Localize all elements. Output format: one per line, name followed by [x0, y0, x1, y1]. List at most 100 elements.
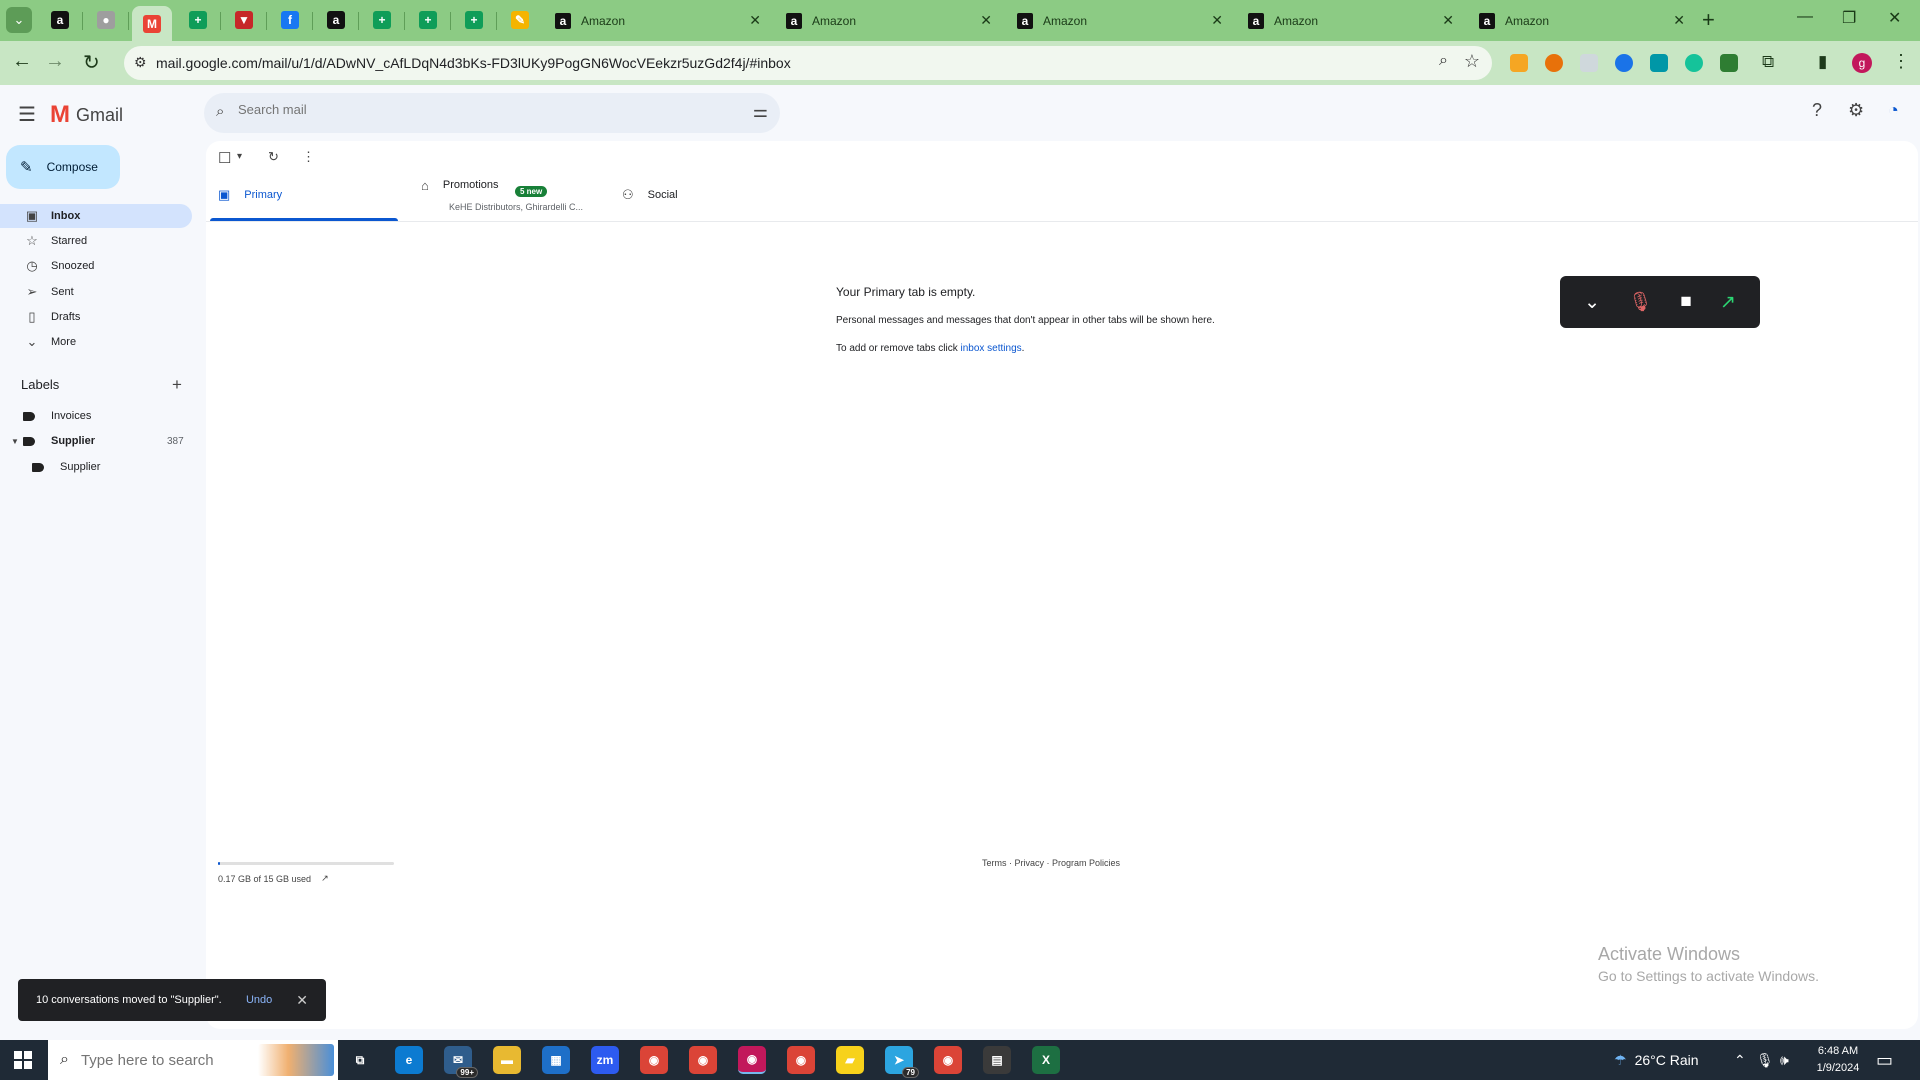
microphone-icon[interactable]: 🎙	[1756, 1040, 1774, 1080]
pinned-tab[interactable]: ▼	[224, 6, 264, 34]
privacy-link[interactable]: Privacy	[1015, 858, 1045, 868]
address-bar[interactable]: ⚙ mail.google.com/mail/u/1/d/ADwNV_cAfLD…	[124, 46, 1492, 80]
telegram-icon[interactable]: ➤ 79	[885, 1046, 919, 1078]
tab-close-icon[interactable]: ✕	[1211, 12, 1223, 29]
tab-close-icon[interactable]: ✕	[749, 12, 761, 29]
label-collapse-caret-icon[interactable]: ▼	[11, 437, 19, 446]
search-options-icon[interactable]: ⚌	[753, 102, 768, 122]
sidebar-item-drafts[interactable]: ▯ Drafts	[0, 305, 192, 329]
terms-link[interactable]: Terms	[982, 858, 1007, 868]
inbox-settings-link[interactable]: inbox settings	[961, 343, 1022, 354]
side-panel-icon[interactable]: ▮	[1818, 52, 1827, 72]
main-menu-icon[interactable]: ☰	[18, 102, 36, 127]
select-checkbox[interactable]: ☐	[218, 149, 231, 167]
pinned-tab[interactable]: +	[408, 6, 448, 34]
close-window-button[interactable]: ✕	[1888, 8, 1901, 28]
taskbar-search-input[interactable]	[80, 1051, 251, 1069]
chrome-icon[interactable]: ◉	[640, 1046, 668, 1074]
profile-avatar[interactable]: g	[1852, 53, 1872, 73]
pinned-tab[interactable]: ✎	[500, 6, 540, 34]
tab-close-icon[interactable]: ✕	[1442, 12, 1454, 29]
collapse-chevron-icon[interactable]: ⌄	[1584, 291, 1600, 314]
back-button[interactable]: ←	[12, 50, 32, 73]
site-info-icon[interactable]: ⚙	[134, 54, 147, 71]
edge-icon[interactable]: e	[395, 1046, 423, 1074]
extension-gray-icon[interactable]	[1580, 54, 1598, 72]
taskbar-search-icon[interactable]: ⌕	[60, 1051, 69, 1069]
tab-social[interactable]: ⚇ Social	[622, 175, 678, 215]
settings-gear-icon[interactable]: ⚙	[1848, 100, 1864, 121]
gmail-logo[interactable]: M Gmail	[50, 101, 123, 129]
sidebar-item-more[interactable]: ⌄ More	[0, 330, 192, 354]
chrome-icon[interactable]: ◉	[738, 1046, 766, 1074]
pinned-tab[interactable]: ●	[86, 6, 126, 34]
extension-green-icon[interactable]	[1720, 54, 1738, 72]
label-item-supplier[interactable]: Supplier 387	[23, 431, 184, 451]
search-icon[interactable]: ⌕	[216, 103, 224, 120]
help-icon[interactable]: ?	[1812, 100, 1822, 121]
calculator-icon[interactable]: ▤	[983, 1046, 1011, 1074]
tray-chevron-icon[interactable]: ⌃	[1734, 1040, 1746, 1080]
pinned-tab[interactable]: a	[40, 6, 80, 34]
notification-center-icon[interactable]: ▭	[1876, 1050, 1893, 1071]
tab-close-icon[interactable]: ✕	[1673, 12, 1685, 29]
extensions-puzzle-icon[interactable]: ⧉	[1762, 52, 1774, 72]
program-policies-link[interactable]: Program Policies	[1052, 858, 1120, 868]
system-clock[interactable]: 6:48 AM 1/9/2024	[1808, 1043, 1868, 1077]
url-text[interactable]: mail.google.com/mail/u/1/d/ADwNV_cAfLDqN…	[156, 55, 791, 71]
task-view-icon[interactable]: ⧉	[346, 1046, 374, 1074]
extension-chrome-icon[interactable]	[1545, 54, 1563, 72]
manage-storage-icon[interactable]: ↗	[321, 873, 329, 884]
select-caret-icon[interactable]: ▾	[237, 151, 242, 162]
forward-button[interactable]: →	[45, 50, 65, 73]
extension-teal-icon[interactable]	[1650, 54, 1668, 72]
popout-icon[interactable]: ↗	[1720, 291, 1736, 314]
tab-search-button[interactable]: ⌄	[6, 7, 32, 33]
browser-tab[interactable]: a Amazon ✕	[776, 5, 1002, 36]
search-input[interactable]	[238, 102, 718, 117]
sidebar-item-starred[interactable]: ☆ Starred	[0, 229, 192, 253]
windows-start-icon[interactable]	[14, 1051, 32, 1069]
zoom-icon[interactable]: ⌕	[1439, 52, 1448, 70]
create-label-button[interactable]: +	[172, 375, 182, 395]
close-icon[interactable]: ✕	[296, 992, 308, 1009]
volume-icon[interactable]: 🕪	[1780, 1040, 1789, 1080]
zoom-icon[interactable]: zm	[591, 1046, 619, 1074]
account-icon[interactable]: ◔	[1888, 100, 1899, 121]
chrome-icon[interactable]: ◉	[787, 1046, 815, 1074]
browser-tab[interactable]: a Amazon ✕	[1007, 5, 1233, 36]
excel-icon[interactable]: X	[1032, 1046, 1060, 1074]
compose-button[interactable]: ✎ Compose	[6, 145, 120, 189]
browser-tab[interactable]: a Amazon ✕	[1238, 5, 1464, 36]
extension-grammarly-icon[interactable]	[1685, 54, 1703, 72]
restore-button[interactable]: ❐	[1842, 8, 1856, 28]
mail-icon[interactable]: ✉ 99+	[444, 1046, 478, 1078]
tab-primary[interactable]: ▣ Primary	[218, 175, 282, 215]
pinned-tab[interactable]: a	[316, 6, 356, 34]
pinned-tab[interactable]: M	[132, 6, 172, 41]
extension-blue-icon[interactable]	[1615, 54, 1633, 72]
more-actions-icon[interactable]: ⋮	[302, 149, 315, 165]
pinned-tab[interactable]: +	[178, 6, 218, 34]
video-camera-icon[interactable]: ■	[1680, 291, 1691, 313]
sidebar-item-sent[interactable]: ➢ Sent	[0, 280, 192, 304]
pinned-tab[interactable]: +	[454, 6, 494, 34]
label-item-supplier[interactable]: Supplier	[32, 457, 100, 477]
chrome-icon[interactable]: ◉	[689, 1046, 717, 1074]
reload-button[interactable]: ↻	[83, 50, 100, 75]
refresh-icon[interactable]: ↻	[268, 149, 279, 165]
sidebar-item-snoozed[interactable]: ◷ Snoozed	[0, 254, 192, 278]
minimize-button[interactable]: —	[1797, 8, 1813, 26]
bookmark-star-icon[interactable]: ☆	[1464, 51, 1480, 72]
file-explorer-icon[interactable]: ▬	[493, 1046, 521, 1074]
mic-off-icon[interactable]: 🎙	[1628, 290, 1652, 314]
new-tab-button[interactable]: +	[1702, 8, 1715, 32]
chrome-icon[interactable]: ◉	[934, 1046, 962, 1074]
browser-tab[interactable]: a Amazon ✕	[1469, 5, 1695, 36]
sticky-notes-icon[interactable]: ▰	[836, 1046, 864, 1074]
store-icon[interactable]: ▦	[542, 1046, 570, 1074]
undo-button[interactable]: Undo	[246, 994, 272, 1006]
pinned-tab[interactable]: +	[362, 6, 402, 34]
tab-close-icon[interactable]: ✕	[980, 12, 992, 29]
browser-menu-icon[interactable]: ⋮	[1892, 51, 1910, 72]
